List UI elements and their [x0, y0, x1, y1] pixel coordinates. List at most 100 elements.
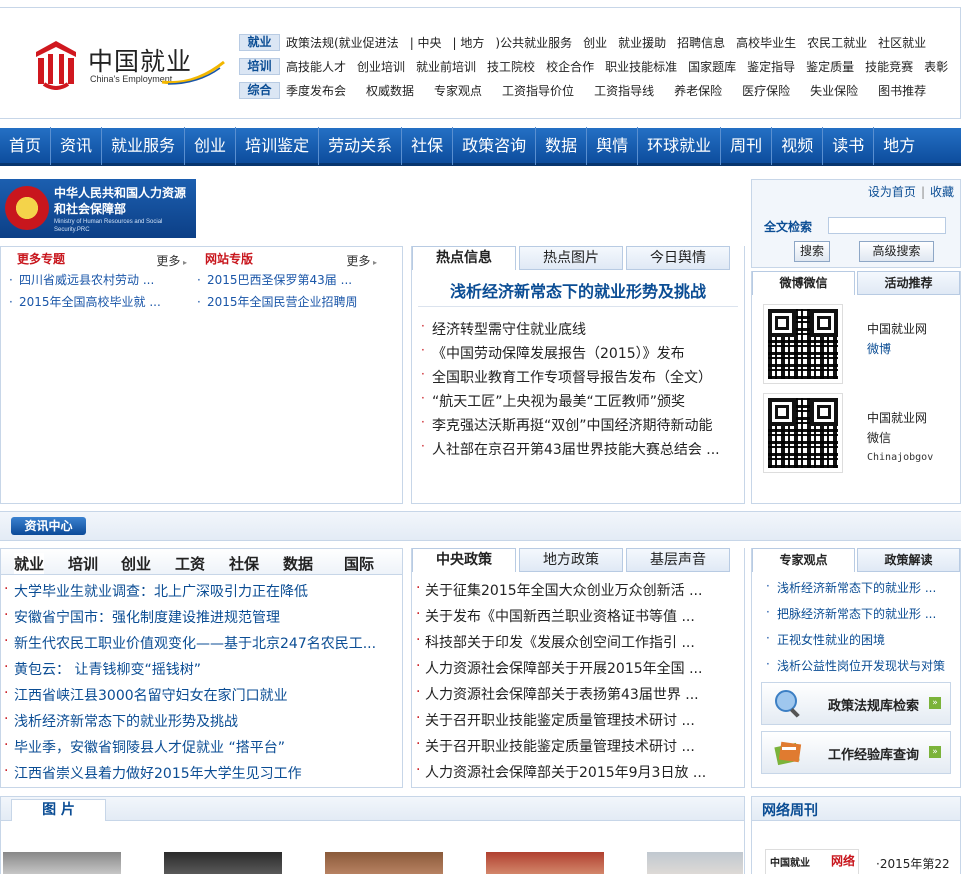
nav-global[interactable]: 环球就业	[638, 126, 722, 165]
nav-employment-service[interactable]: 就业服务	[102, 126, 186, 165]
tab-social-security[interactable]: 社保	[229, 553, 259, 574]
header-link[interactable]: 表彰	[924, 58, 948, 75]
header-link[interactable]: 国家题库	[688, 58, 736, 75]
news-item[interactable]: 大学毕业生就业调查：北上广深吸引力正在降低	[1, 581, 308, 601]
header-link[interactable]: 技能竞赛	[865, 58, 913, 75]
header-link[interactable]: 招聘信息	[677, 34, 725, 51]
expert-item[interactable]: 浅析公益性岗位开发现状与对策	[766, 657, 945, 674]
header-link[interactable]: 高校毕业生	[736, 34, 796, 51]
news-item[interactable]: 江西省峡江县3000名留守妇女在家门口就业	[1, 685, 288, 705]
header-link[interactable]: 养老保险	[674, 82, 722, 99]
policy-db-search-button[interactable]: 政策法规库检索 »	[761, 682, 951, 725]
tab-wages[interactable]: 工资	[175, 553, 205, 574]
news-photo[interactable]	[164, 852, 282, 874]
tab-grassroots[interactable]: 基层声音	[626, 548, 730, 572]
list-item[interactable]: 经济转型需守住就业底线	[432, 319, 586, 339]
header-link[interactable]: 权威数据	[366, 82, 414, 99]
header-link[interactable]: 鉴定指导	[747, 58, 795, 75]
nav-entrepreneurship[interactable]: 创业	[185, 126, 237, 165]
tab-local-policy[interactable]: 地方政策	[519, 548, 623, 572]
tab-entrepreneurship[interactable]: 创业	[121, 553, 151, 574]
news-item[interactable]: 黄包云： 让青钱柳变“摇钱树”	[1, 659, 201, 679]
nav-news[interactable]: 资讯	[51, 126, 103, 165]
weekly-issue-link[interactable]: ·2015年第22	[876, 855, 950, 872]
policy-item[interactable]: 人力资源社会保障部关于2015年9月3日放 ...	[416, 762, 706, 782]
set-homepage-link[interactable]: 设为首页	[868, 185, 916, 199]
list-item[interactable]: “航天工匠”上央视为最美“工匠教师”颁奖	[432, 391, 685, 411]
info-center-label[interactable]: 资讯中心	[11, 517, 86, 535]
policy-item[interactable]: 关于召开职业技能鉴定质量管理技术研讨 ...	[416, 710, 695, 730]
tab-hot-info[interactable]: 热点信息	[412, 246, 516, 270]
nav-policy[interactable]: 政策咨询	[453, 126, 537, 165]
tab-hot-pictures[interactable]: 热点图片	[519, 246, 623, 270]
news-item[interactable]: 江西省崇义县着力做好2015年大学生见习工作	[1, 763, 302, 783]
news-item[interactable]: 浅析经济新常态下的就业形势及挑战	[1, 711, 238, 731]
policy-item[interactable]: 人力资源社会保障部关于开展2015年全国 ...	[416, 658, 702, 678]
header-link[interactable]: 创业	[583, 34, 607, 51]
nav-labor-relations[interactable]: 劳动关系	[319, 126, 403, 165]
nav-training[interactable]: 培训鉴定	[236, 126, 320, 165]
list-item[interactable]: 2015巴西圣保罗第43届 ...	[189, 269, 381, 291]
header-link[interactable]: )公共就业服务	[495, 34, 572, 51]
tab-central-policy[interactable]: 中央政策	[412, 548, 516, 572]
header-link[interactable]: 鉴定质量	[806, 58, 854, 75]
nav-local[interactable]: 地方	[874, 127, 924, 165]
nav-reading[interactable]: 读书	[823, 126, 875, 165]
header-link[interactable]: 校企合作	[546, 58, 594, 75]
nav-weekly[interactable]: 周刊	[721, 126, 773, 165]
weibo-qr-label[interactable]: 中国就业网 微博	[867, 319, 927, 359]
tab-policy-interpretation[interactable]: 政策解读	[857, 548, 960, 572]
expert-item[interactable]: 正视女性就业的困境	[766, 631, 885, 648]
header-link[interactable]: 创业培训	[357, 58, 405, 75]
tab-weibo-wechat[interactable]: 微博微信	[752, 271, 855, 295]
hot-headline[interactable]: 浅析经济新常态下的就业形势及挑战	[412, 278, 744, 302]
header-link[interactable]: 高技能人才	[286, 58, 346, 75]
news-photo[interactable]	[486, 852, 604, 874]
header-link[interactable]: 技工院校	[487, 58, 535, 75]
tab-expert-views[interactable]: 专家观点	[752, 548, 855, 572]
news-photo[interactable]	[325, 852, 443, 874]
tab-today-opinion[interactable]: 今日舆情	[626, 246, 730, 270]
nav-data[interactable]: 数据	[536, 126, 588, 165]
weekly-title[interactable]: 网络周刊	[762, 800, 818, 820]
favorite-link[interactable]: 收藏	[930, 185, 954, 199]
expert-item[interactable]: 把脉经济新常态下的就业形 ...	[766, 605, 936, 622]
policy-item[interactable]: 科技部关于印发《发展众创空间工作指引 ...	[416, 632, 695, 652]
tab-training[interactable]: 培训	[68, 553, 98, 574]
policy-item[interactable]: 关于发布《中国新西兰职业资格证书等值 ...	[416, 606, 695, 626]
header-link[interactable]: 工资指导线	[594, 82, 654, 99]
search-input[interactable]	[828, 217, 946, 234]
expert-item[interactable]: 浅析经济新常态下的就业形 ...	[766, 579, 936, 596]
header-link[interactable]: 专家观点	[434, 82, 482, 99]
more-link[interactable]: 更多	[156, 252, 187, 269]
header-link[interactable]: 职业技能标准	[605, 58, 677, 75]
header-link[interactable]: 工资指导价位	[502, 82, 574, 99]
tab-employment[interactable]: 就业	[14, 553, 45, 574]
header-link[interactable]: 社区就业	[878, 34, 926, 51]
list-item[interactable]: 全国职业教育工作专项督导报告发布（全文）	[432, 367, 712, 387]
header-link[interactable]: 季度发布会	[286, 82, 346, 99]
list-item[interactable]: 2015年全国民营企业招聘周	[189, 291, 381, 313]
tab-pictures[interactable]: 图 片	[11, 799, 106, 821]
policy-item[interactable]: 关于征集2015年全国大众创业万众创新活 ...	[416, 580, 702, 600]
search-button[interactable]: 搜索	[794, 241, 830, 262]
news-item[interactable]: 新生代农民工职业价值观变化——基于北京247名农民工...	[1, 633, 376, 653]
list-item[interactable]: 四川省威远县农村劳动 ...	[1, 269, 191, 291]
nav-opinion[interactable]: 舆情	[587, 126, 639, 165]
wechat-qr-label[interactable]: 中国就业网 微信 Chinajobgov	[867, 408, 933, 468]
list-item[interactable]: 《中国劳动保障发展报告（2015）》发布	[432, 343, 685, 363]
news-item[interactable]: 安徽省宁国市：强化制度建设推进规范管理	[1, 607, 280, 627]
policy-item[interactable]: 关于召开职业技能鉴定质量管理技术研讨 ...	[416, 736, 695, 756]
news-photo[interactable]	[3, 852, 121, 874]
ministry-banner[interactable]: 中华人民共和国人力资源和社会保障部 Ministry of Human Reso…	[0, 179, 196, 238]
list-item[interactable]: 人社部在京召开第43届世界技能大赛总结会 ...	[432, 439, 720, 459]
weekly-cover[interactable]: 中国就业 网络	[765, 849, 859, 874]
header-link[interactable]: 政策法规(就业促进法	[286, 34, 399, 51]
experience-db-query-button[interactable]: 工作经验库查询 »	[761, 731, 951, 774]
header-link[interactable]: 农民工就业	[807, 34, 867, 51]
header-link[interactable]: 就业前培训	[416, 58, 476, 75]
policy-item[interactable]: 人力资源社会保障部关于表扬第43届世界 ...	[416, 684, 699, 704]
news-item[interactable]: 毕业季，安徽省铜陵县人才促就业 “搭平台”	[1, 737, 285, 757]
more-link[interactable]: 更多	[346, 252, 377, 269]
header-link[interactable]: | 地方	[453, 34, 485, 51]
